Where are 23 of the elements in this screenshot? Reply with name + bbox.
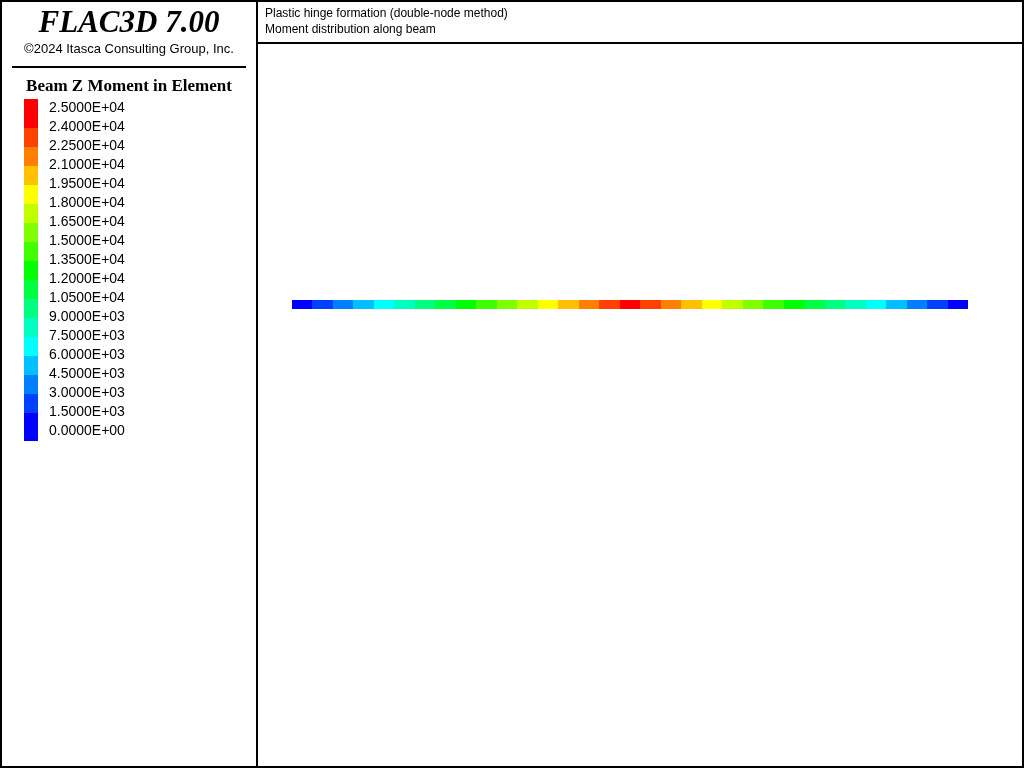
legend-value: 7.5000E+03 [49, 326, 125, 345]
legend-value: 1.5000E+04 [49, 231, 125, 250]
legend-value: 1.3500E+04 [49, 250, 125, 269]
legend-value: 0.0000E+00 [49, 421, 125, 440]
legend-value: 1.5000E+03 [49, 402, 125, 421]
legend-value: 3.0000E+03 [49, 383, 125, 402]
legend-value: 2.2500E+04 [49, 136, 125, 155]
legend-value: 4.5000E+03 [49, 364, 125, 383]
legend-value: 1.2000E+04 [49, 269, 125, 288]
legend-value: 1.9500E+04 [49, 174, 125, 193]
legend-value: 1.6500E+04 [49, 212, 125, 231]
legend-value: 1.8000E+04 [49, 193, 125, 212]
legend-value: 2.1000E+04 [49, 155, 125, 174]
copyright-text: ©2024 Itasca Consulting Group, Inc. [24, 41, 234, 56]
legend-value: 2.4000E+04 [49, 117, 125, 136]
header-text: Plastic hinge formation (double-node method) [265, 5, 509, 21]
header-text: Moment distribution along beam [265, 21, 437, 37]
legend-value: 9.0000E+03 [49, 307, 125, 326]
legend-value: 1.0500E+04 [49, 288, 125, 307]
legend-title: Beam Z Moment in Element [26, 76, 232, 96]
legend-value: 6.0000E+03 [49, 345, 125, 364]
product-title: FLAC3D 7.00 [38, 4, 220, 40]
legend-value: 2.5000E+04 [49, 98, 125, 117]
